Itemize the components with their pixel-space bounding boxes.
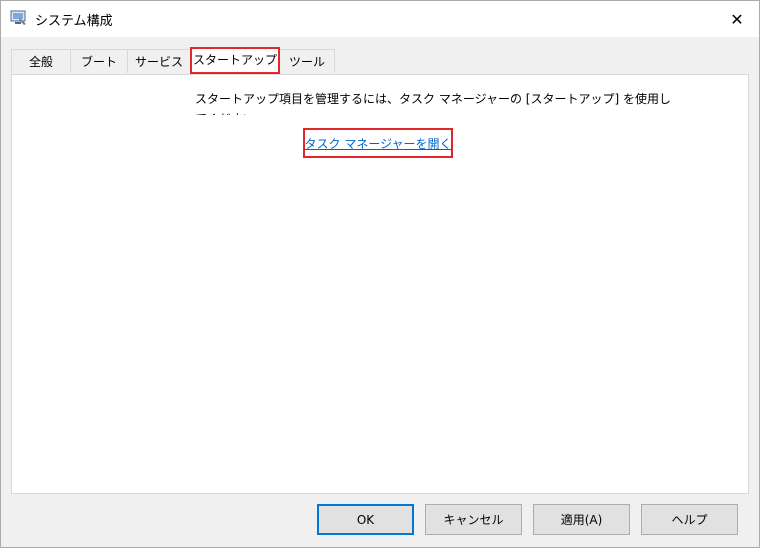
- system-configuration-window: システム構成 ✕ 全般 ブート サービス スタートアップ ツール スタートアップ…: [0, 0, 760, 548]
- close-icon: ✕: [730, 9, 744, 29]
- startup-tab-panel: スタートアップ項目を管理するには、タスク マネージャーの [スタートアップ] を…: [11, 74, 749, 494]
- open-task-manager-link[interactable]: タスク マネージャーを開く: [305, 135, 452, 152]
- cancel-button[interactable]: キャンセル: [425, 504, 522, 535]
- tab-services[interactable]: サービス: [127, 49, 191, 73]
- startup-message: スタートアップ項目を管理するには、タスク マネージャーの [スタートアップ] を…: [195, 92, 671, 115]
- open-task-manager-highlight: タスク マネージャーを開く: [303, 128, 453, 158]
- ok-button[interactable]: OK: [317, 504, 414, 535]
- tab-tools[interactable]: ツール: [279, 49, 335, 73]
- tab-general[interactable]: 全般: [11, 49, 71, 73]
- close-button[interactable]: ✕: [715, 1, 759, 37]
- tab-boot[interactable]: ブート: [70, 49, 128, 73]
- msconfig-app-icon: [10, 10, 26, 25]
- window-title: システム構成: [35, 14, 113, 29]
- apply-button[interactable]: 適用(A): [533, 504, 630, 535]
- tab-startup[interactable]: スタートアップ: [190, 47, 280, 74]
- title-bar[interactable]: システム構成 ✕: [1, 1, 759, 37]
- help-button[interactable]: ヘルプ: [641, 504, 738, 535]
